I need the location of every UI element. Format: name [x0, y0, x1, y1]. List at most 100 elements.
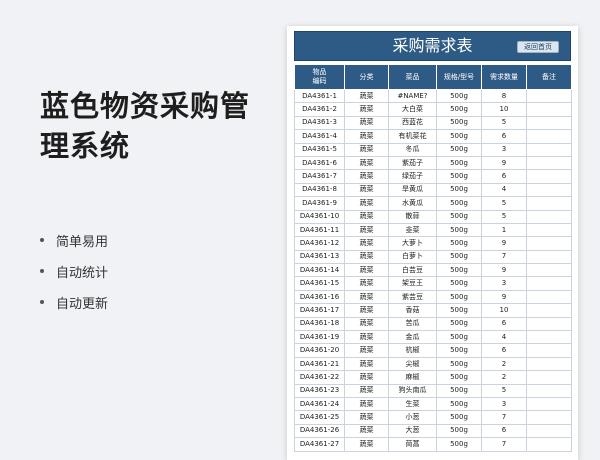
- table-cell[interactable]: [526, 88, 572, 104]
- table-cell[interactable]: 蔬菜: [344, 410, 389, 425]
- table-cell[interactable]: DA4361-23: [294, 383, 345, 398]
- table-cell[interactable]: [526, 169, 572, 184]
- table-cell[interactable]: 4: [481, 182, 527, 198]
- table-cell[interactable]: 500g: [436, 316, 482, 332]
- table-cell[interactable]: 5: [481, 209, 527, 224]
- table-cell[interactable]: [526, 263, 572, 278]
- table-cell[interactable]: 500g: [436, 410, 482, 425]
- table-cell[interactable]: [526, 276, 572, 291]
- table-cell[interactable]: 7: [481, 249, 527, 265]
- table-cell[interactable]: 白芸豆: [388, 263, 437, 278]
- table-cell[interactable]: DA4361-8: [294, 182, 345, 198]
- table-cell[interactable]: 500g: [436, 330, 482, 345]
- table-cell[interactable]: 蔬菜: [344, 423, 389, 439]
- table-cell[interactable]: DA4361-9: [294, 196, 345, 211]
- table-cell[interactable]: DA4361-2: [294, 102, 345, 117]
- table-cell[interactable]: [526, 370, 572, 385]
- table-cell[interactable]: 紫芸豆: [388, 289, 437, 305]
- table-cell[interactable]: 6: [481, 316, 527, 332]
- table-cell[interactable]: 散蒜: [388, 209, 437, 224]
- table-cell[interactable]: 2: [481, 370, 527, 385]
- table-cell[interactable]: [526, 249, 572, 265]
- table-cell[interactable]: DA4361-21: [294, 356, 345, 372]
- table-cell[interactable]: 蔬菜: [344, 182, 389, 198]
- table-cell[interactable]: 6: [481, 169, 527, 184]
- table-cell[interactable]: 韭菜: [388, 222, 437, 238]
- table-cell[interactable]: 500g: [436, 155, 482, 171]
- table-cell[interactable]: [526, 102, 572, 117]
- table-cell[interactable]: DA4361-5: [294, 142, 345, 157]
- table-cell[interactable]: DA4361-27: [294, 437, 345, 452]
- table-cell[interactable]: 500g: [436, 396, 482, 412]
- table-cell[interactable]: 10: [481, 102, 527, 117]
- table-cell[interactable]: [526, 423, 572, 439]
- table-cell[interactable]: DA4361-10: [294, 209, 345, 224]
- table-cell[interactable]: #NAME?: [388, 88, 437, 104]
- table-cell[interactable]: DA4361-24: [294, 396, 345, 412]
- table-cell[interactable]: 500g: [436, 289, 482, 305]
- table-cell[interactable]: 有机菜花: [388, 129, 437, 144]
- table-cell[interactable]: 杭椒: [388, 343, 437, 358]
- table-cell[interactable]: DA4361-4: [294, 129, 345, 144]
- table-cell[interactable]: 500g: [436, 370, 482, 385]
- table-cell[interactable]: DA4361-16: [294, 289, 345, 305]
- table-cell[interactable]: [526, 303, 572, 318]
- table-cell[interactable]: [526, 289, 572, 305]
- table-cell[interactable]: DA4361-19: [294, 330, 345, 345]
- table-cell[interactable]: 3: [481, 142, 527, 157]
- table-cell[interactable]: 蔬菜: [344, 129, 389, 144]
- table-cell[interactable]: 500g: [436, 343, 482, 358]
- table-cell[interactable]: 蔬菜: [344, 437, 389, 452]
- table-cell[interactable]: 蔬菜: [344, 303, 389, 318]
- table-cell[interactable]: 紫茄子: [388, 155, 437, 171]
- table-cell[interactable]: [526, 209, 572, 224]
- table-cell[interactable]: 蔬菜: [344, 289, 389, 305]
- table-cell[interactable]: 7: [481, 410, 527, 425]
- home-button[interactable]: 返回首页: [517, 41, 559, 53]
- table-cell[interactable]: 1: [481, 222, 527, 238]
- table-cell[interactable]: 10: [481, 303, 527, 318]
- table-cell[interactable]: 500g: [436, 276, 482, 291]
- table-cell[interactable]: 小葱: [388, 410, 437, 425]
- table-cell[interactable]: 金瓜: [388, 330, 437, 345]
- table-cell[interactable]: 5: [481, 196, 527, 211]
- table-cell[interactable]: [526, 330, 572, 345]
- table-cell[interactable]: 蔬菜: [344, 115, 389, 131]
- table-cell[interactable]: DA4361-7: [294, 169, 345, 184]
- table-cell[interactable]: 蔬菜: [344, 330, 389, 345]
- table-cell[interactable]: [526, 236, 572, 251]
- table-cell[interactable]: 蔬菜: [344, 370, 389, 385]
- table-cell[interactable]: DA4361-12: [294, 236, 345, 251]
- table-cell[interactable]: 9: [481, 289, 527, 305]
- table-cell[interactable]: 蔬菜: [344, 316, 389, 332]
- table-cell[interactable]: 蔬菜: [344, 343, 389, 358]
- table-cell[interactable]: DA4361-14: [294, 263, 345, 278]
- table-cell[interactable]: DA4361-15: [294, 276, 345, 291]
- table-cell[interactable]: DA4361-25: [294, 410, 345, 425]
- table-cell[interactable]: 500g: [436, 129, 482, 144]
- table-cell[interactable]: DA4361-22: [294, 370, 345, 385]
- table-cell[interactable]: 尖椒: [388, 356, 437, 372]
- table-cell[interactable]: 蔬菜: [344, 155, 389, 171]
- table-cell[interactable]: DA4361-13: [294, 249, 345, 265]
- table-cell[interactable]: 蔬菜: [344, 263, 389, 278]
- table-cell[interactable]: DA4361-3: [294, 115, 345, 131]
- table-cell[interactable]: 架豆王: [388, 276, 437, 291]
- table-cell[interactable]: [526, 142, 572, 157]
- table-cell[interactable]: 500g: [436, 356, 482, 372]
- table-cell[interactable]: 蔬菜: [344, 142, 389, 157]
- table-cell[interactable]: DA4361-1: [294, 88, 345, 104]
- table-cell[interactable]: [526, 196, 572, 211]
- table-cell[interactable]: 蔬菜: [344, 169, 389, 184]
- table-cell[interactable]: 蔬菜: [344, 236, 389, 251]
- table-cell[interactable]: 500g: [436, 383, 482, 398]
- table-cell[interactable]: [526, 396, 572, 412]
- table-cell[interactable]: 9: [481, 155, 527, 171]
- table-cell[interactable]: 500g: [436, 209, 482, 224]
- table-cell[interactable]: 4: [481, 330, 527, 345]
- table-cell[interactable]: 2: [481, 356, 527, 372]
- table-cell[interactable]: 9: [481, 236, 527, 251]
- table-cell[interactable]: 500g: [436, 222, 482, 238]
- table-cell[interactable]: 蔬菜: [344, 88, 389, 104]
- table-cell[interactable]: 旱黄瓜: [388, 182, 437, 198]
